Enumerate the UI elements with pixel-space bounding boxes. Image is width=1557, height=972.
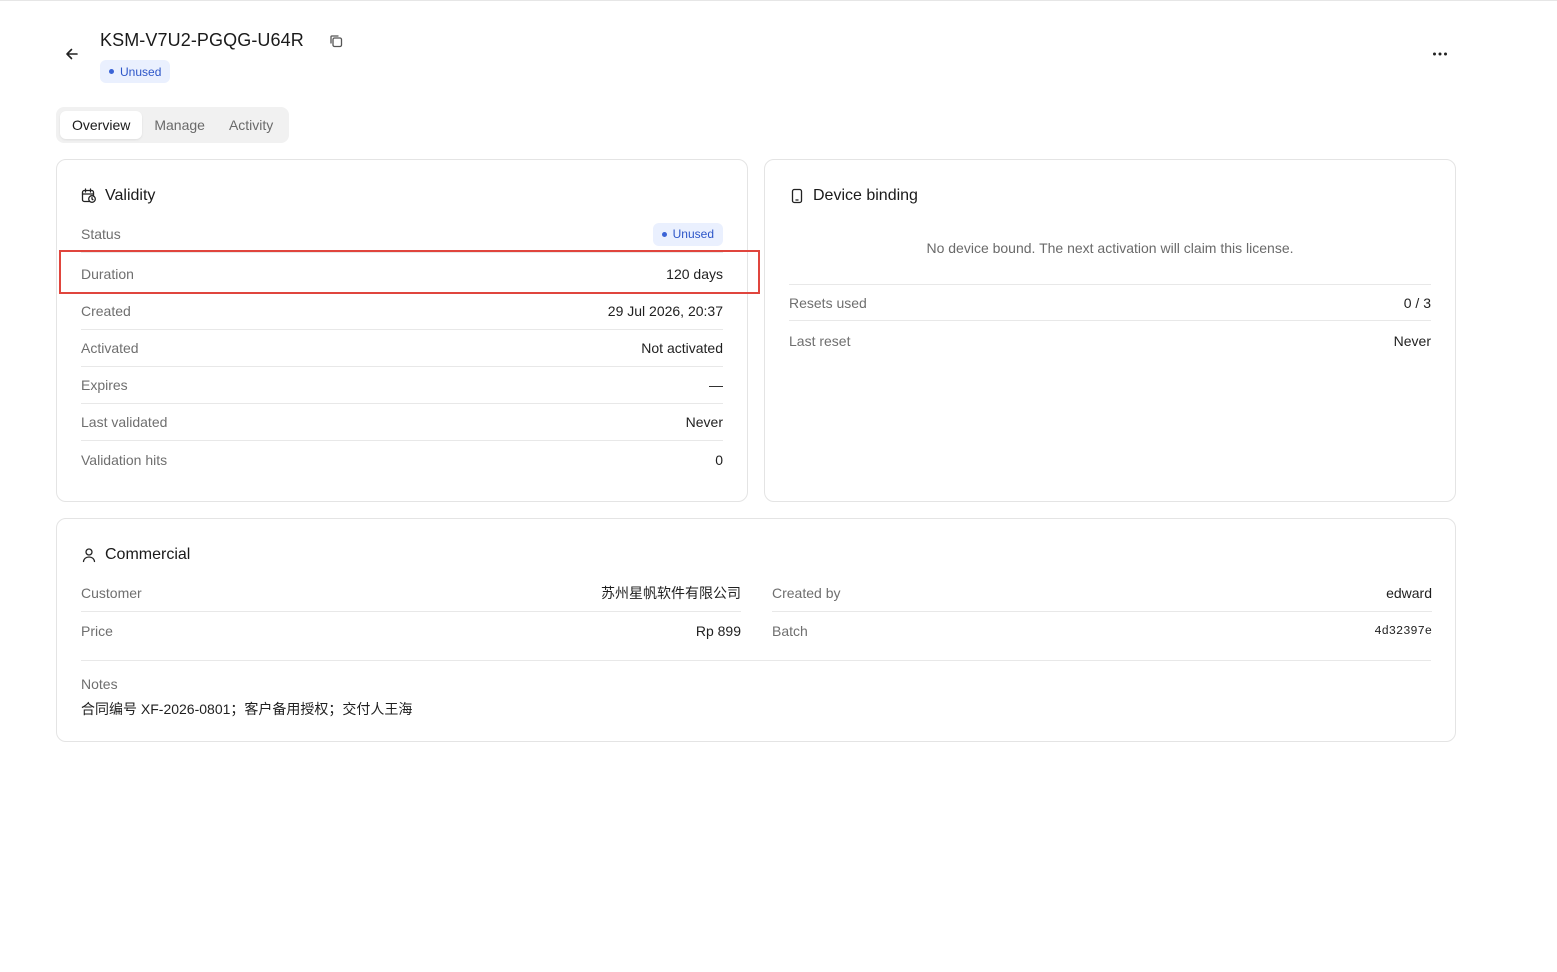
row-label: Created (81, 303, 131, 319)
row-label: Price (81, 622, 113, 639)
commercial-card-header: Commercial (81, 546, 190, 564)
back-button[interactable] (60, 42, 84, 66)
row-value: Never (685, 414, 723, 430)
row-label: Expires (81, 377, 128, 393)
page-title: KSM-V7U2-PGQG-U64R (100, 30, 304, 50)
row-value: edward (1386, 585, 1432, 601)
row-label: Batch (772, 622, 808, 639)
validity-card: Validity Status Unused Duration 120 days… (56, 159, 748, 502)
tab-activity[interactable]: Activity (217, 111, 285, 139)
row-value: 120 days (666, 266, 723, 282)
device-card-header: Device binding (789, 187, 918, 205)
status-badge-label: Unused (120, 64, 162, 79)
row-value: Not activated (641, 340, 723, 356)
row-value: Never (1393, 332, 1431, 349)
row-label: Duration (81, 266, 134, 282)
validity-title: Validity (105, 187, 156, 204)
arrow-left-icon (66, 48, 78, 60)
row-label: Last reset (789, 332, 851, 349)
validity-row-duration: Duration 120 days (81, 256, 723, 293)
device-title: Device binding (813, 187, 918, 204)
row-label: Last validated (81, 414, 168, 430)
user-icon (82, 548, 96, 563)
validity-row-activated: Activated Not activated (81, 330, 723, 367)
copy-icon (330, 35, 343, 48)
more-actions-button[interactable] (1426, 42, 1454, 66)
row-value: 29 Jul 2026, 20:37 (607, 303, 723, 319)
notes-text: 合同编号 XF-2026-0801；客户备用授权；交付人王海 (81, 701, 413, 717)
device-row-resets-used: Resets used 0 / 3 (789, 284, 1431, 321)
row-value: — (709, 377, 723, 393)
tab-manage[interactable]: Manage (142, 111, 217, 139)
row-label: Validation hits (81, 451, 168, 468)
row-label: Activated (81, 340, 139, 356)
commercial-row-customer: Customer 苏州星帆软件有限公司 (81, 575, 741, 612)
validity-row-validation-hits: Validation hits 0 (81, 441, 723, 478)
row-value: 苏州星帆软件有限公司 (601, 585, 741, 601)
row-value: 0 (715, 451, 723, 468)
device-binding-card: Device binding No device bound. The next… (764, 159, 1456, 502)
notes-label: Notes (81, 676, 118, 692)
row-value: Rp 899 (695, 622, 741, 639)
row-label: Created by (772, 585, 841, 601)
status-badge: Unused (652, 222, 723, 246)
row-label: Status (81, 226, 121, 242)
status-badge-label: Unused (672, 227, 714, 241)
validity-row-last-validated: Last validated Never (81, 404, 723, 441)
validity-row-status: Status Unused (81, 216, 723, 253)
row-label: Customer (81, 585, 142, 601)
validity-card-header: Validity (81, 187, 155, 205)
calendar-clock-icon (81, 188, 96, 203)
commercial-title: Commercial (105, 546, 191, 563)
commercial-row-created-by: Created by edward (772, 575, 1432, 612)
more-horizontal-icon (1433, 52, 1447, 56)
row-value: 0 / 3 (1403, 294, 1431, 311)
row-label: Resets used (789, 294, 867, 311)
commercial-row-price: Price Rp 899 (81, 612, 741, 649)
validity-row-expires: Expires — (81, 367, 723, 404)
smartphone-icon (791, 188, 803, 204)
validity-row-created: Created 29 Jul 2026, 20:37 (81, 293, 723, 330)
commercial-card: Commercial Customer 苏州星帆软件有限公司 Price Rp … (56, 518, 1456, 742)
tab-bar: Overview Manage Activity (56, 107, 290, 143)
status-dot (109, 69, 114, 74)
commercial-row-batch: Batch 4d32397e (772, 612, 1432, 649)
status-dot (661, 231, 667, 237)
notes-divider (81, 660, 1431, 661)
row-value: 4d32397e (1374, 623, 1432, 638)
top-divider (0, 0, 1557, 1)
header-status-badge: Unused (100, 60, 171, 83)
device-row-last-reset: Last reset Never (789, 322, 1431, 359)
copy-key-button[interactable] (326, 31, 346, 51)
tab-overview[interactable]: Overview (60, 111, 143, 139)
empty-state-message: No device bound. The next activation wil… (926, 240, 1294, 256)
